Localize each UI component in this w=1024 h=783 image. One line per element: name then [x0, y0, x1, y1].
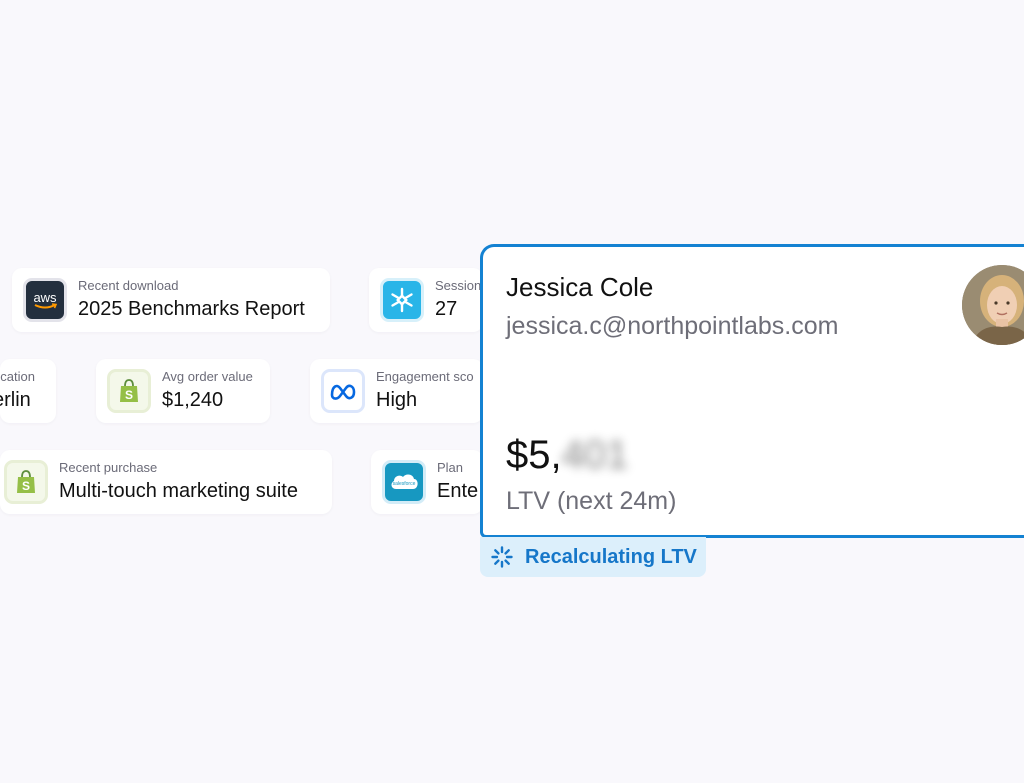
shopify-icon: S: [4, 460, 48, 504]
ltv-label: LTV (next 24m): [506, 487, 677, 515]
card-value: Multi-touch marketing suite: [59, 480, 298, 502]
avg-order-card: S Avg order value $1,240: [96, 359, 270, 423]
card-label: Avg order value: [162, 369, 253, 384]
status-text: Recalculating LTV: [525, 545, 697, 568]
profile-email: jessica.c@northpointlabs.com: [506, 312, 839, 340]
card-label: ocation: [0, 369, 35, 384]
plan-card: salesforce Plan Ente: [371, 450, 483, 514]
ltv-value: $5,401: [506, 433, 629, 477]
location-card: ocation erlin: [0, 359, 56, 423]
card-label: Recent purchase: [59, 460, 158, 475]
meta-icon: [321, 369, 365, 413]
shopify-icon: S: [107, 369, 151, 413]
card-value: High: [376, 389, 418, 411]
svg-text:aws: aws: [33, 290, 57, 305]
card-label: Engagement sco: [376, 369, 474, 384]
card-value: Ente: [437, 480, 479, 502]
svg-text:S: S: [125, 388, 133, 402]
card-label: Session: [435, 278, 482, 293]
salesforce-icon: salesforce: [382, 460, 426, 504]
ltv-value-blurred: 401: [561, 433, 629, 477]
spinner-icon: [491, 546, 513, 568]
svg-text:S: S: [22, 479, 30, 493]
card-label: Plan: [437, 460, 464, 475]
card-value: 2025 Benchmarks Report: [78, 298, 305, 320]
sessions-card: Session 27: [369, 268, 483, 332]
card-label: Recent download: [78, 278, 179, 293]
card-value: 27: [435, 298, 458, 320]
snowflake-icon: [380, 278, 424, 322]
engagement-card: Engagement sco High: [310, 359, 483, 423]
recent-download-card: aws Recent download 2025 Benchmarks Repo…: [12, 268, 330, 332]
profile-name: Jessica Cole: [506, 272, 654, 302]
card-value: $1,240: [162, 389, 224, 411]
recalculating-status: Recalculating LTV: [480, 537, 706, 577]
svg-text:salesforce: salesforce: [393, 481, 416, 487]
aws-icon: aws: [23, 278, 67, 322]
recent-purchase-card: S Recent purchase Multi-touch marketing …: [0, 450, 332, 514]
card-value: erlin: [0, 389, 31, 411]
profile-card[interactable]: Jessica Cole jessica.c@northpointlabs.co…: [480, 244, 1024, 538]
avatar: [962, 265, 1024, 345]
